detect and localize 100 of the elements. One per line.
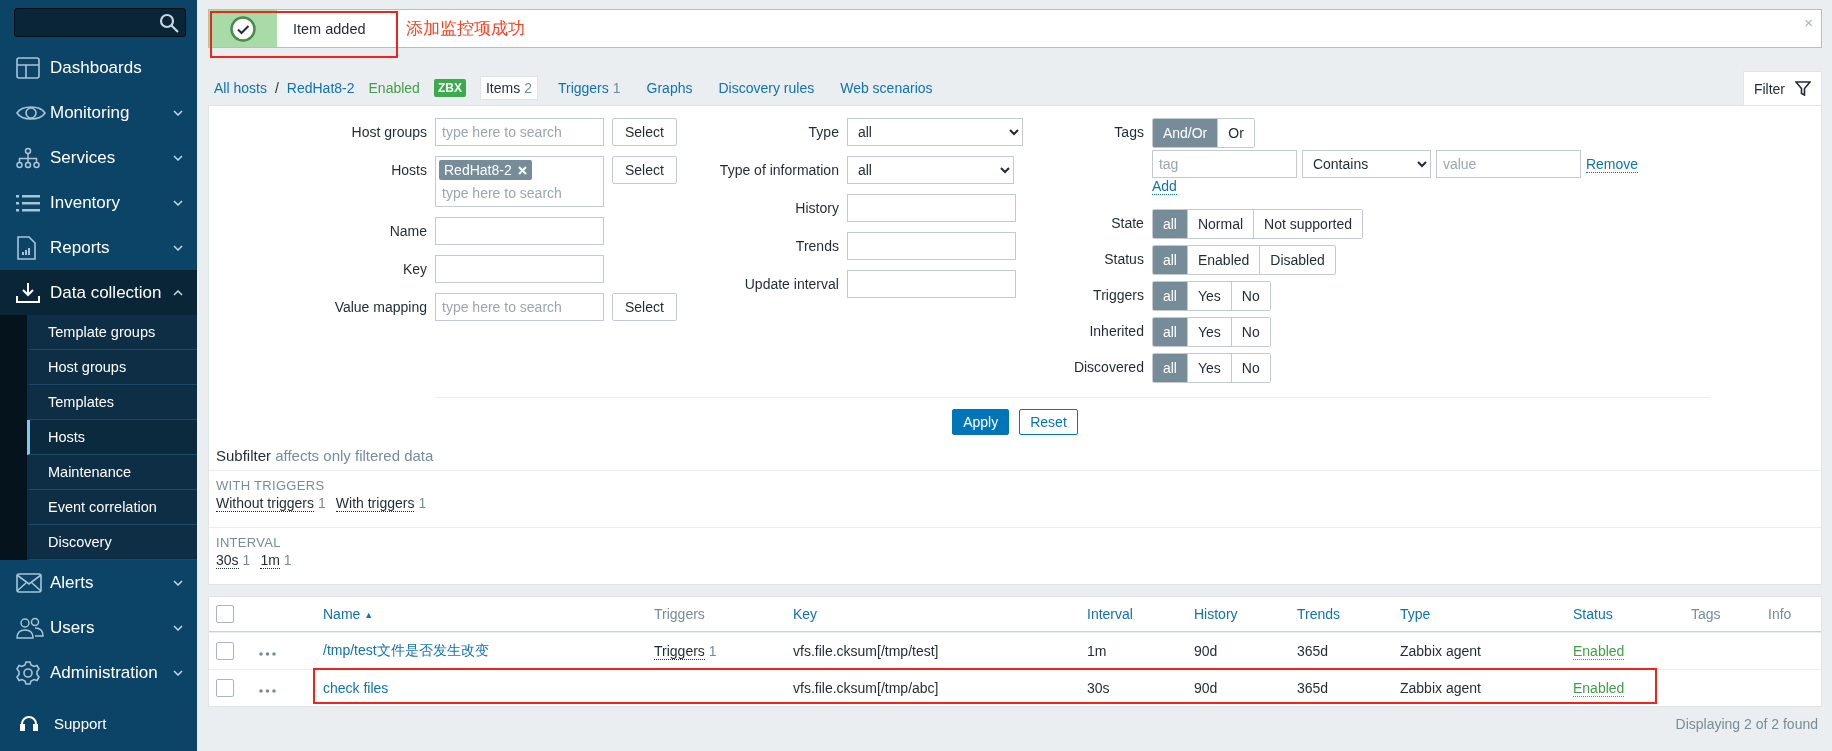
headset-icon [20, 714, 38, 733]
filter-tab[interactable]: Filter [1742, 71, 1822, 105]
segment-option[interactable]: No [1230, 354, 1270, 382]
text-field[interactable] [435, 217, 604, 245]
field-label: State [1110, 214, 1144, 233]
submenu-item[interactable]: Hosts [27, 420, 197, 455]
tag-field[interactable]: tag [1151, 150, 1297, 178]
column-header[interactable]: Key [785, 606, 1079, 622]
column-header[interactable]: Trends [1289, 606, 1392, 622]
message-text: Item added [293, 20, 366, 37]
column-header[interactable]: Status [1565, 606, 1683, 622]
operator-dropdown[interactable]: Contains [1301, 150, 1431, 178]
subfilter-link[interactable]: Without triggers [216, 495, 315, 512]
text-field[interactable] [846, 194, 1016, 222]
support-link[interactable]: Support [0, 696, 197, 751]
menu-item[interactable]: Services [0, 135, 197, 180]
nav-tab[interactable]: Discovery rules [712, 75, 821, 100]
menu-item[interactable]: Alerts [0, 560, 197, 605]
nav-tab[interactable]: Graphs [640, 75, 699, 100]
column-header[interactable]: Name ▲ [315, 606, 646, 622]
column-header[interactable]: Type [1392, 606, 1565, 622]
segment-option[interactable]: Or [1217, 119, 1254, 147]
table-cell-text: Zabbix agent [1399, 643, 1482, 659]
remove-link[interactable]: Remove [1585, 155, 1639, 173]
text-field[interactable] [435, 255, 604, 283]
field-label: History [794, 199, 839, 218]
submenu-item[interactable]: Host groups [27, 350, 197, 385]
menu-item[interactable]: Dashboards [0, 45, 197, 90]
table-cell-text: vfs.file.cksum[/tmp/test] [792, 643, 940, 659]
chevron-down-icon [173, 154, 183, 161]
column-header: Triggers [653, 606, 706, 622]
field-label: Tags [1113, 123, 1144, 142]
column-header: Tags [1690, 606, 1722, 622]
field-label: Discovered [1072, 358, 1144, 377]
breadcrumb-link[interactable]: All hosts [214, 79, 267, 96]
field-label: Key [401, 260, 427, 279]
select-button[interactable]: Select [612, 156, 677, 184]
submenu-item[interactable]: Template groups [27, 315, 197, 350]
chevron-down-icon [173, 244, 183, 251]
group-heading: INTERVAL [216, 535, 282, 550]
item-name-link[interactable]: check files [323, 680, 389, 696]
submenu-item[interactable]: Event correlation [27, 490, 197, 525]
nav-tab[interactable]: Triggers 1 [551, 75, 627, 100]
table-cell-text: 1m [1086, 643, 1108, 659]
menu-item[interactable]: Data collection [0, 270, 197, 315]
checkbox[interactable] [216, 679, 234, 697]
table-cell-text: 30s [1086, 680, 1111, 696]
menu-item[interactable]: Reports [0, 225, 197, 270]
segment-option[interactable]: No [1230, 282, 1270, 310]
field-label: Type of information [718, 161, 839, 180]
submenu-item[interactable]: Templates [27, 385, 197, 420]
subfilter-link[interactable]: With triggers [335, 495, 415, 512]
menu-item[interactable]: Monitoring [0, 90, 197, 135]
nav-tab[interactable]: Items 2 [479, 75, 538, 100]
chevron-up-icon [173, 289, 183, 296]
table-cell-text: 90d [1193, 680, 1219, 696]
table-cell-text: Zabbix agent [1399, 680, 1482, 696]
settings-icon [16, 660, 40, 685]
column-header[interactable]: Interval [1079, 606, 1186, 622]
value-field[interactable]: value [1435, 150, 1581, 178]
footer-text: Displaying 2 of 2 found [1674, 715, 1819, 732]
table-cell-text: 365d [1296, 680, 1330, 696]
segment-option[interactable]: Disabled [1259, 246, 1335, 274]
search-icon [159, 12, 179, 33]
chevron-down-icon [173, 109, 183, 116]
item-name-link[interactable]: /tmp/test文件是否发生改变 [323, 642, 489, 658]
menu-item[interactable]: Administration [0, 650, 197, 695]
column-header[interactable]: History [1186, 606, 1289, 622]
report-icon [16, 235, 36, 260]
more-icon [259, 689, 276, 693]
add-link[interactable]: Add [1151, 178, 1177, 195]
text-field[interactable] [846, 232, 1016, 260]
filter-button[interactable]: Reset [1019, 409, 1078, 435]
menu-item[interactable]: Inventory [0, 180, 197, 225]
nav-tab[interactable]: Web scenarios [834, 75, 939, 100]
text-field[interactable] [846, 270, 1016, 298]
subfilter-link[interactable]: 30s [216, 552, 239, 569]
submenu-item[interactable]: Maintenance [27, 455, 197, 490]
search-field[interactable] [14, 8, 186, 37]
segment-option[interactable]: Not supported [1253, 210, 1362, 238]
segment-option[interactable]: No [1230, 318, 1270, 346]
field-label: Name [388, 222, 427, 241]
triggers-link[interactable]: Triggers [654, 643, 705, 660]
breadcrumb-link[interactable]: RedHat8-2 [286, 79, 355, 96]
chevron-down-icon [173, 624, 183, 631]
select-button[interactable]: Select [612, 118, 677, 146]
checkbox[interactable] [216, 642, 234, 660]
dropdown[interactable]: all [846, 118, 1023, 146]
subfilter-link[interactable]: 1m [260, 552, 280, 569]
envelope-icon [16, 572, 42, 593]
field-label: Type [807, 123, 839, 142]
filter-button[interactable]: Apply [952, 409, 1010, 435]
chevron-down-icon [173, 579, 183, 586]
more-icon [259, 652, 276, 656]
table-cell-text: 90d [1193, 643, 1219, 659]
submenu-item[interactable]: Discovery [27, 525, 197, 560]
menu-item[interactable]: Users [0, 605, 197, 650]
select-button[interactable]: Select [612, 293, 677, 321]
checkbox[interactable] [216, 605, 234, 623]
dropdown[interactable]: all [846, 156, 1014, 184]
